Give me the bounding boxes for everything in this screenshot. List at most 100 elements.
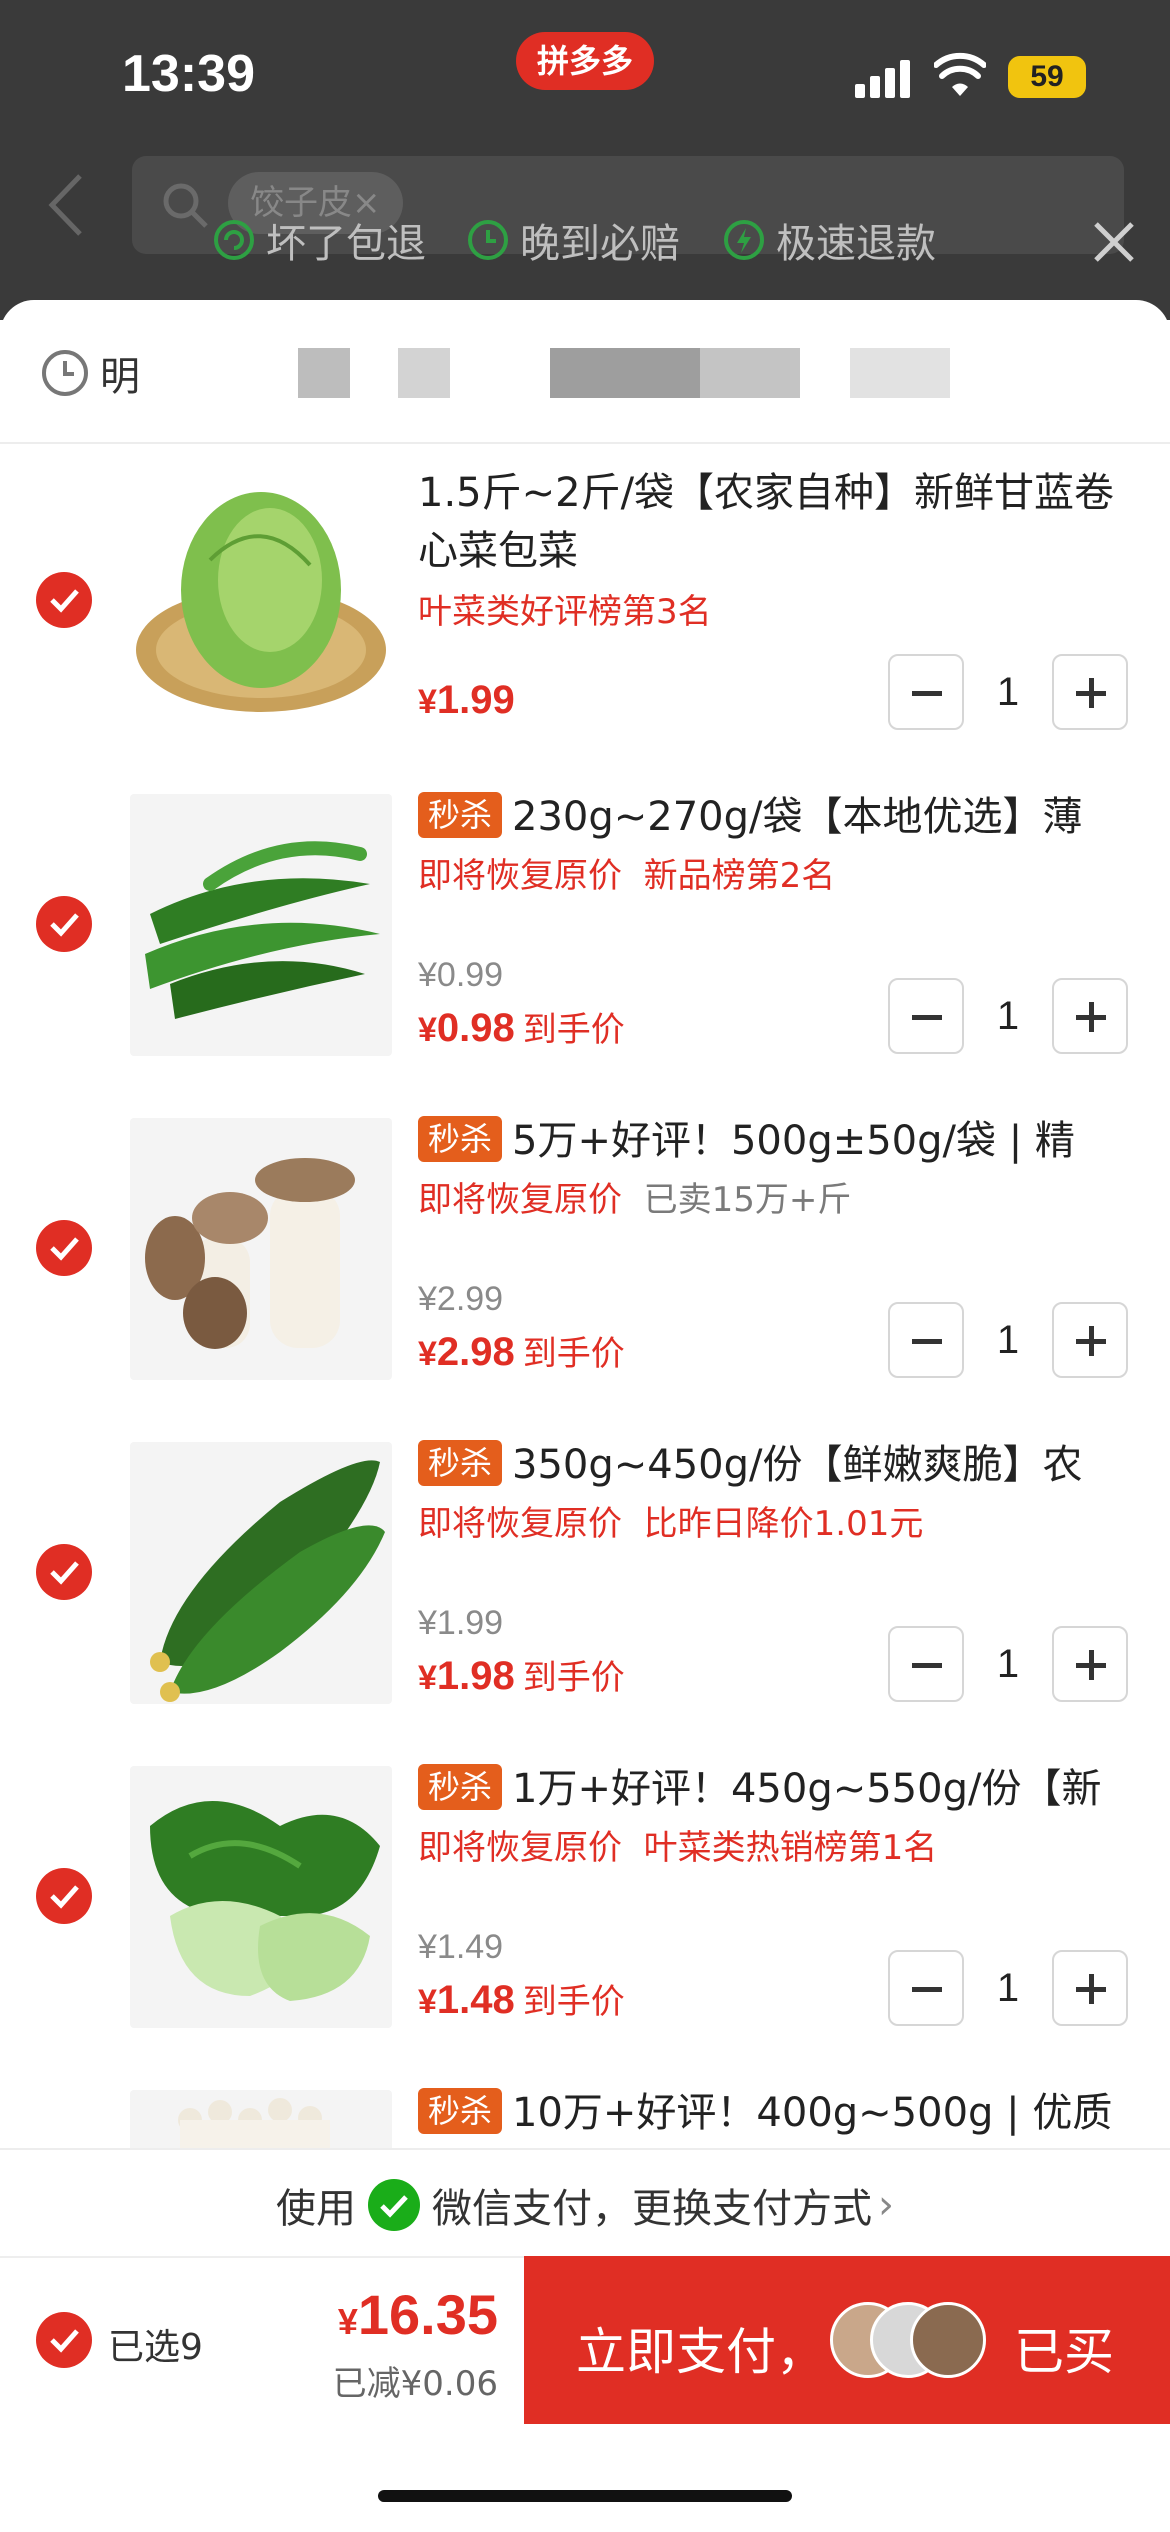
product-title[interactable]: 1.5斤~2斤/袋【农家自种】新鲜甘蓝卷心菜包菜 — [418, 464, 1118, 580]
price-value: 2.98 — [436, 1330, 515, 1374]
total-price: ¥16.35 — [322, 2282, 498, 2347]
guarantee-label: 晚到必赔 — [520, 221, 680, 267]
delivery-time-text: 明 — [100, 354, 140, 400]
tag-sold-count: 已卖15万+斤 — [643, 1180, 852, 1220]
product-tag: 即将恢复原价 比昨日降价1.01元 — [418, 1496, 923, 1545]
search-icon — [163, 183, 208, 228]
cellular-signal-icon — [855, 58, 913, 98]
item-checkbox[interactable] — [36, 1868, 92, 1924]
wechat-pay-icon — [368, 2179, 420, 2231]
buyer-avatars — [830, 2302, 990, 2378]
checkmark-icon — [50, 1561, 79, 1585]
item-checkbox[interactable] — [36, 896, 92, 952]
pay-now-button[interactable]: 立即支付， 已买 — [524, 2256, 1170, 2424]
price-value: 1.48 — [436, 1978, 515, 2022]
redacted-block — [398, 348, 450, 398]
decrease-button[interactable] — [888, 1302, 964, 1378]
product-title[interactable]: 秒杀 5万+好评！500g±50g/袋 | 精 — [418, 1112, 1118, 1170]
cart-item: 秒杀 1万+好评！450g~550g/份【新 即将恢复原价 叶菜类热销榜第1名 ¥… — [0, 1738, 1170, 2058]
decrease-button[interactable] — [888, 1626, 964, 1702]
select-all-checkbox[interactable] — [36, 2312, 92, 2368]
product-image[interactable] — [130, 2090, 392, 2148]
price-value: 0.98 — [436, 1006, 515, 1050]
checkmark-icon — [50, 1237, 79, 1261]
cart-item: 秒杀 350g~450g/份【鲜嫩爽脆】农 即将恢复原价 比昨日降价1.01元 ¥… — [0, 1414, 1170, 1734]
increase-button[interactable] — [1052, 978, 1128, 1054]
product-title[interactable]: 秒杀 10万+好评！400g~500g | 优质 — [418, 2084, 1118, 2142]
quantity-value[interactable]: 1 — [964, 1950, 1052, 2026]
quantity-value[interactable]: 1 — [964, 978, 1052, 1054]
chevron-right-icon: › — [878, 2182, 894, 2228]
total-symbol: ¥ — [337, 2301, 358, 2342]
quantity-value[interactable]: 1 — [964, 654, 1052, 730]
guarantee-return: 坏了包退 — [212, 208, 426, 272]
quantity-stepper: 1 — [888, 1302, 1132, 1378]
close-icon[interactable] — [1088, 216, 1140, 268]
battery-indicator: 59 — [1008, 56, 1086, 98]
increase-button[interactable] — [1052, 1626, 1128, 1702]
increase-button[interactable] — [1052, 654, 1128, 730]
increase-button[interactable] — [1052, 1950, 1128, 2026]
item-checkbox[interactable] — [36, 572, 92, 628]
product-image[interactable] — [130, 470, 392, 732]
product-title-text: 10万+好评！400g~500g | 优质 — [512, 2090, 1113, 2136]
product-image[interactable] — [130, 1442, 392, 1704]
product-image[interactable] — [130, 1766, 392, 2028]
price-symbol: ¥ — [418, 1983, 437, 2021]
price-value: 1.99 — [436, 678, 515, 722]
original-price: ¥1.99 — [418, 1604, 504, 1642]
flash-sale-badge: 秒杀 — [418, 1440, 503, 1486]
quantity-stepper: 1 — [888, 1950, 1132, 2026]
return-icon — [214, 220, 254, 260]
product-image[interactable] — [130, 794, 392, 1056]
decrease-button[interactable] — [888, 654, 964, 730]
tag-rank: 新品榜第2名 — [643, 856, 836, 896]
bought-label: 已买 — [1014, 2323, 1114, 2381]
increase-button[interactable] — [1052, 1302, 1128, 1378]
cart-item: 秒杀 10万+好评！400g~500g | 优质 — [0, 2062, 1170, 2148]
checkmark-icon — [50, 1885, 79, 1909]
item-checkbox[interactable] — [36, 1220, 92, 1276]
payment-method-text: 微信支付，更换支付方式 — [432, 2186, 872, 2232]
bok-choy-image — [150, 1801, 380, 2001]
flash-sale-badge: 秒杀 — [418, 792, 503, 838]
checkmark-icon — [50, 913, 79, 937]
flash-sale-badge: 秒杀 — [418, 1764, 503, 1810]
original-price: ¥0.99 — [418, 956, 504, 994]
cart-item: 秒杀 5万+好评！500g±50g/袋 | 精 即将恢复原价 已卖15万+斤 ¥2… — [0, 1090, 1170, 1410]
product-image[interactable] — [130, 1118, 392, 1380]
redacted-block — [550, 348, 700, 398]
quantity-stepper: 1 — [888, 654, 1132, 730]
product-price: ¥1.98 到手价 — [418, 1650, 625, 1699]
price-suffix: 到手价 — [522, 1334, 625, 1374]
mushroom-image — [145, 1158, 355, 1349]
avatar — [910, 2302, 986, 2378]
product-price: ¥1.48 到手价 — [418, 1974, 625, 2023]
redacted-block — [850, 348, 950, 398]
price-suffix: 到手价 — [522, 1658, 625, 1698]
product-title[interactable]: 秒杀 1万+好评！450g~550g/份【新 — [418, 1760, 1118, 1818]
clock-icon — [42, 350, 88, 396]
back-arrow-icon[interactable] — [42, 170, 92, 240]
price-value: 1.98 — [436, 1654, 515, 1698]
payment-method-bar[interactable]: 使用 微信支付，更换支付方式 › — [0, 2148, 1170, 2258]
decrease-button[interactable] — [888, 978, 964, 1054]
product-title[interactable]: 秒杀 350g~450g/份【鲜嫩爽脆】农 — [418, 1436, 1118, 1494]
decrease-button[interactable] — [888, 1950, 964, 2026]
app-indicator-pill: 拼多多 — [516, 32, 654, 90]
quantity-value[interactable]: 1 — [964, 1626, 1052, 1702]
quantity-value[interactable]: 1 — [964, 1302, 1052, 1378]
payment-method-content: 使用 微信支付，更换支付方式 › — [276, 2176, 894, 2234]
cart-item: 1.5斤~2斤/袋【农家自种】新鲜甘蓝卷心菜包菜 叶菜类好评榜第3名 ¥1.99… — [0, 442, 1170, 762]
price-symbol: ¥ — [418, 1335, 437, 1373]
product-title-text: 1万+好评！450g~550g/份【新 — [512, 1766, 1102, 1812]
product-title-text: 230g~270g/袋【本地优选】薄 — [512, 794, 1083, 840]
quantity-stepper: 1 — [888, 1626, 1132, 1702]
checkmark-icon — [50, 2329, 79, 2353]
price-symbol: ¥ — [418, 1659, 437, 1697]
total-value: 16.35 — [357, 2283, 498, 2346]
original-price: ¥2.99 — [418, 1280, 504, 1318]
product-title[interactable]: 秒杀 230g~270g/袋【本地优选】薄 — [418, 788, 1118, 846]
item-checkbox[interactable] — [36, 1544, 92, 1600]
redacted-block — [700, 348, 800, 398]
